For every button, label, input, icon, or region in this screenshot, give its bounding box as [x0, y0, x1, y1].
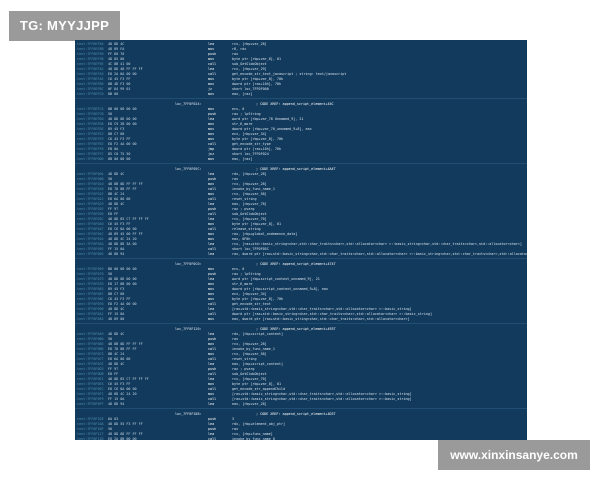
watermark-bottom-badge: www.xinxinsanye.com — [438, 440, 590, 470]
instruction-row[interactable]: .text:7FF0F065 48 8D 94 lea rax, dword ptr … — [75, 252, 527, 257]
instruction-mnemonic: mov — [208, 317, 215, 321]
instruction-address: .text:7FF0F065 — [75, 252, 104, 256]
instruction-row[interactable]: .text:7FF0EFC0 8B 00 mov eax, [rax] — [75, 92, 527, 97]
instruction-mnemonic: mov — [208, 92, 215, 96]
block-separator — [75, 258, 527, 259]
block-separator — [75, 323, 527, 324]
instruction-mnemonic: call — [208, 437, 217, 440]
instruction-address: .text:7FF0F11D — [75, 437, 104, 440]
instruction-operands: eax, [rax] — [232, 157, 253, 161]
instruction-row[interactable]: .text:7FF0F000 8B 00 00 00 mov eax, [rax] — [75, 157, 527, 162]
instruction-bytes: 48 89 00 — [108, 317, 125, 321]
watermark-top-badge: TG: MYYJJPP — [9, 11, 120, 41]
block-separator — [75, 98, 527, 99]
instruction-address: .text:7FF0F000 — [75, 157, 104, 161]
instruction-operands: eax, dword ptr [rax+std::basic_string<ch… — [232, 317, 410, 321]
instruction-address: .text:7FF0EFC0 — [75, 92, 104, 96]
block-separator — [75, 408, 527, 409]
instruction-bytes: E8 2A 8B 00 00 — [108, 437, 137, 440]
instruction-row[interactable]: .text:7FF0F0A5 48 89 00 mov eax, dword ptr … — [75, 317, 527, 322]
instruction-operands: rax, dword ptr [rax+std::basic_string<ch… — [232, 252, 527, 256]
instruction-mnemonic: mov — [208, 157, 215, 161]
instruction-mnemonic: lea — [208, 402, 215, 406]
instruction-operands: eax, [rax] — [232, 92, 253, 96]
instruction-bytes: 48 8D 94 — [108, 252, 125, 256]
instruction-bytes: 48 8D 94 — [108, 402, 125, 406]
disassembly-view[interactable]: .text:7FF0EF84 48 8D 4C lea rcx, [rbp+var_2… — [75, 40, 527, 440]
instruction-address: .text:7FF0F0A5 — [75, 317, 104, 321]
instruction-row[interactable]: .text:7FF0F0FF 48 8D 94 lea eax, [rbp+var_2… — [75, 402, 527, 407]
instruction-bytes: 8B 00 00 00 — [108, 157, 131, 161]
block-separator — [75, 163, 527, 164]
instruction-mnemonic: lea — [208, 252, 215, 256]
instruction-operands: invoke_by_func_name_0 — [232, 437, 275, 440]
instruction-operands: eax, [rbp+var_28] — [232, 402, 267, 406]
instruction-address: .text:7FF0F0FF — [75, 402, 104, 406]
instruction-bytes: 8B 00 — [108, 92, 119, 96]
